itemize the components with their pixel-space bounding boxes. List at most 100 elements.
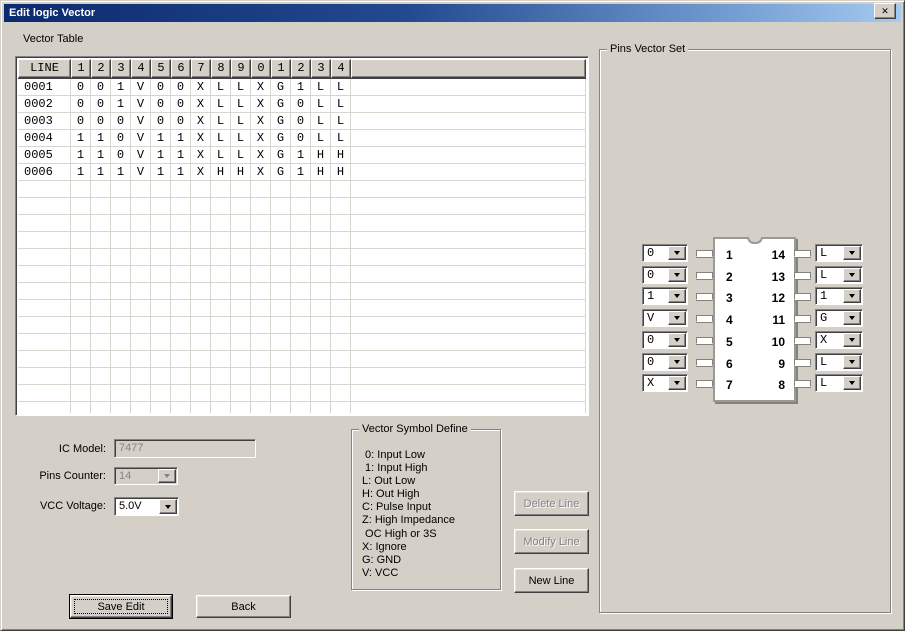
pin-7-combobox-dropdown-button[interactable] [668,376,686,390]
cell-pin-value [331,317,351,334]
column-header-pin[interactable]: 6 [171,59,191,78]
new-line-button[interactable]: New Line [514,568,589,593]
cell-pin-value [71,232,91,249]
cell-pin-value [91,385,111,402]
column-header-pin[interactable]: 4 [131,59,151,78]
table-row[interactable] [18,249,586,266]
table-row[interactable] [18,317,586,334]
pin-10-combobox-dropdown-button[interactable] [843,333,861,347]
column-header-pin[interactable]: 8 [211,59,231,78]
modify-line-button[interactable]: Modify Line [514,529,589,554]
pin-1-combobox-dropdown-button[interactable] [668,246,686,260]
cell-pin-value: 1 [171,130,191,147]
table-row[interactable]: 0005110V11XLLXG1HH [18,147,586,164]
cell-pin-value [231,215,251,232]
column-header-pin[interactable]: 2 [291,59,311,78]
column-header-pin[interactable]: 1 [71,59,91,78]
table-row[interactable] [18,198,586,215]
vector-table-grid[interactable]: LINE12345678901234 0001001V00XLLXG1LL000… [15,56,589,416]
table-row[interactable] [18,266,586,283]
column-header-pin[interactable]: 5 [151,59,171,78]
pin-5-combobox[interactable]: 0 [642,331,688,349]
pin-5-combobox-dropdown-button[interactable] [668,333,686,347]
pin-11-combobox[interactable]: G [815,309,863,327]
pin-9-combobox-dropdown-button[interactable] [843,355,861,369]
pin-7-combobox[interactable]: X [642,374,688,392]
column-header-line[interactable]: LINE [18,59,71,78]
chip-pin-row: 114 [715,247,794,263]
ic-model-value: 7477 [119,442,143,454]
window-title: Edit logic Vector [4,7,95,19]
pin-1-combobox[interactable]: 0 [642,244,688,262]
cell-pin-value: 0 [71,79,91,96]
pin-6-combobox[interactable]: 0 [642,353,688,371]
table-row[interactable] [18,351,586,368]
column-header-pin[interactable]: 9 [231,59,251,78]
pin-10-combobox[interactable]: X [815,331,863,349]
table-row[interactable] [18,181,586,198]
back-button[interactable]: Back [196,595,291,618]
pin-9-combobox[interactable]: L [815,353,863,371]
table-row[interactable] [18,215,586,232]
pin-6-combobox-dropdown-button[interactable] [668,355,686,369]
column-header-pin[interactable]: 1 [271,59,291,78]
pin-8-combobox[interactable]: L [815,374,863,392]
pin-3-combobox[interactable]: 1 [642,287,688,305]
pin-14-combobox-dropdown-button[interactable] [843,246,861,260]
column-header-pin[interactable]: 0 [251,59,271,78]
pins-counter-dropdown-button[interactable] [158,469,176,483]
table-row[interactable] [18,368,586,385]
pin-2-combobox[interactable]: 0 [642,266,688,284]
table-row[interactable] [18,402,586,413]
column-header-pin[interactable]: 2 [91,59,111,78]
table-row[interactable]: 0004110V11XLLXG0LL [18,130,586,147]
ic-model-field[interactable]: 7477 [114,439,256,458]
vector-symbol-define-group: Vector Symbol Define 0: Input Low 1: Inp… [351,429,501,590]
delete-line-button[interactable]: Delete Line [514,491,589,516]
table-row[interactable] [18,283,586,300]
table-row[interactable]: 0001001V00XLLXG1LL [18,79,586,96]
pin-3-combobox-dropdown-button[interactable] [668,289,686,303]
table-row[interactable]: 0003000V00XLLXG0LL [18,113,586,130]
cell-pin-value [91,300,111,317]
cell-pin-value [331,181,351,198]
save-edit-button[interactable]: Save Edit [70,595,172,618]
vcc-voltage-dropdown-button[interactable] [159,499,177,514]
column-header-pin[interactable]: 7 [191,59,211,78]
table-row[interactable] [18,300,586,317]
pin-13-combobox[interactable]: L [815,266,863,284]
symbol-define-line: Z: High Impedance [362,514,496,527]
pin-4-combobox-dropdown-button[interactable] [668,311,686,325]
cell-pin-value [271,283,291,300]
cell-pin-value [191,317,211,334]
cell-line-number: 0002 [18,96,71,113]
pin-8-combobox-dropdown-button[interactable] [843,376,861,390]
close-button[interactable]: ✕ [874,3,896,19]
cell-filler [351,351,586,368]
pin-2-combobox-dropdown-button[interactable] [668,268,686,282]
title-bar[interactable]: Edit logic Vector [4,4,901,22]
pin-13-combobox-dropdown-button[interactable] [843,268,861,282]
column-header-pin[interactable]: 3 [111,59,131,78]
pin-12-combobox-dropdown-button[interactable] [843,289,861,303]
pin-4-combobox[interactable]: V [642,309,688,327]
table-row[interactable]: 0006111V11XHHXG1HH [18,164,586,181]
cell-pin-value [251,283,271,300]
table-row[interactable] [18,385,586,402]
table-row[interactable] [18,334,586,351]
cell-line-number: 0003 [18,113,71,130]
pin-12-combobox[interactable]: 1 [815,287,863,305]
cell-pin-value [111,215,131,232]
column-header-pin[interactable]: 3 [311,59,331,78]
cell-pin-value: 1 [151,130,171,147]
column-header-pin[interactable]: 4 [331,59,351,78]
cell-pin-value [211,198,231,215]
cell-pin-value [151,215,171,232]
table-row[interactable]: 0002001V00XLLXG0LL [18,96,586,113]
cell-pin-value [331,334,351,351]
vcc-voltage-combobox[interactable]: 5.0V [114,497,179,516]
pin-14-combobox[interactable]: L [815,244,863,262]
pins-counter-combobox[interactable]: 14 [114,467,178,485]
table-row[interactable] [18,232,586,249]
pin-11-combobox-dropdown-button[interactable] [843,311,861,325]
